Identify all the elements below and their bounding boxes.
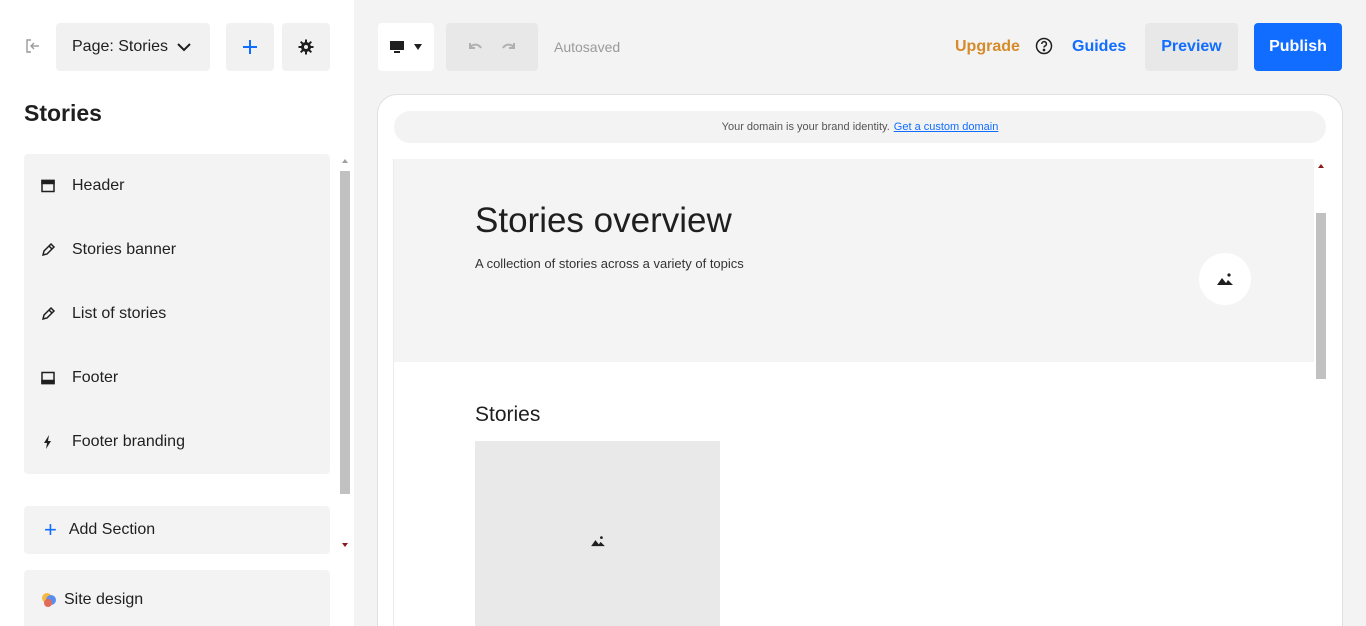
help-icon[interactable] xyxy=(1035,37,1053,55)
section-item-label: List of stories xyxy=(72,305,167,322)
site-preview-frame: Stories overview A collection of stories… xyxy=(393,159,1314,626)
scroll-thumb[interactable] xyxy=(1316,213,1326,379)
palette-icon xyxy=(42,593,56,607)
scroll-up-arrow-icon[interactable] xyxy=(1314,159,1328,173)
scroll-down-arrow-icon[interactable] xyxy=(338,538,352,552)
image-icon xyxy=(590,536,605,547)
site-canvas: Your domain is your brand identity. Get … xyxy=(377,94,1343,626)
hero-subtitle: A collection of stories across a variety… xyxy=(475,256,744,271)
desktop-icon xyxy=(390,41,404,53)
sidebar-title: Stories xyxy=(24,100,102,126)
undo-icon[interactable] xyxy=(466,40,484,54)
section-item-list-of-stories[interactable]: List of stories xyxy=(24,282,330,346)
scroll-thumb[interactable] xyxy=(340,171,350,494)
header-icon xyxy=(40,178,56,194)
redo-icon[interactable] xyxy=(500,40,518,54)
exit-icon[interactable] xyxy=(24,37,42,55)
section-item-label: Header xyxy=(72,177,125,194)
canvas-scrollbar[interactable] xyxy=(1314,159,1328,626)
bolt-icon xyxy=(40,434,56,450)
page-settings-button[interactable] xyxy=(282,23,330,71)
footer-icon xyxy=(40,370,56,386)
upgrade-link[interactable]: Upgrade xyxy=(955,38,1020,56)
undo-redo-group xyxy=(446,23,538,71)
hero-title: Stories overview xyxy=(475,201,732,240)
add-section-button[interactable]: + Add Section xyxy=(24,506,330,554)
caret-down-icon xyxy=(414,44,422,50)
section-list: Header Stories banner List of stories Fo… xyxy=(24,154,330,474)
section-item-footer-branding[interactable]: Footer branding xyxy=(24,410,330,474)
pencil-icon xyxy=(40,306,56,322)
scroll-up-arrow-icon[interactable] xyxy=(338,154,352,168)
sidebar: Page: Stories Stories Header Stories ban… xyxy=(0,0,354,626)
plus-icon xyxy=(243,40,257,54)
autosave-status: Autosaved xyxy=(554,39,621,55)
image-icon xyxy=(1217,273,1233,285)
preview-button[interactable]: Preview xyxy=(1145,23,1238,71)
publish-button[interactable]: Publish xyxy=(1254,23,1342,71)
stories-banner-section[interactable]: Stories overview A collection of stories… xyxy=(394,159,1314,362)
section-item-label: Footer branding xyxy=(72,433,185,450)
device-toggle-button[interactable] xyxy=(378,23,434,71)
section-item-header[interactable]: Header xyxy=(24,154,330,218)
hero-image-button[interactable] xyxy=(1199,253,1251,305)
site-design-button[interactable]: Site design xyxy=(24,570,330,626)
domain-banner: Your domain is your brand identity. Get … xyxy=(394,111,1326,143)
page-select[interactable]: Page: Stories xyxy=(56,23,210,71)
guides-link[interactable]: Guides xyxy=(1072,38,1126,56)
section-item-label: Stories banner xyxy=(72,241,177,258)
pencil-icon xyxy=(40,242,56,258)
custom-domain-link[interactable]: Get a custom domain xyxy=(894,121,999,133)
section-item-footer[interactable]: Footer xyxy=(24,346,330,410)
page-select-label: Page: Stories xyxy=(72,38,169,55)
site-design-label: Site design xyxy=(64,591,144,608)
gear-icon xyxy=(298,39,314,55)
add-page-button[interactable] xyxy=(226,23,274,71)
chevron-down-icon xyxy=(177,43,191,52)
section-item-stories-banner[interactable]: Stories banner xyxy=(24,218,330,282)
domain-banner-text: Your domain is your brand identity. xyxy=(721,121,890,133)
section-item-label: Footer xyxy=(72,369,119,386)
story-card-image[interactable] xyxy=(475,441,720,626)
add-section-label: Add Section xyxy=(68,521,156,538)
stories-heading: Stories xyxy=(475,403,541,426)
plus-icon: + xyxy=(44,517,57,542)
sidebar-scrollbar[interactable] xyxy=(338,154,352,554)
